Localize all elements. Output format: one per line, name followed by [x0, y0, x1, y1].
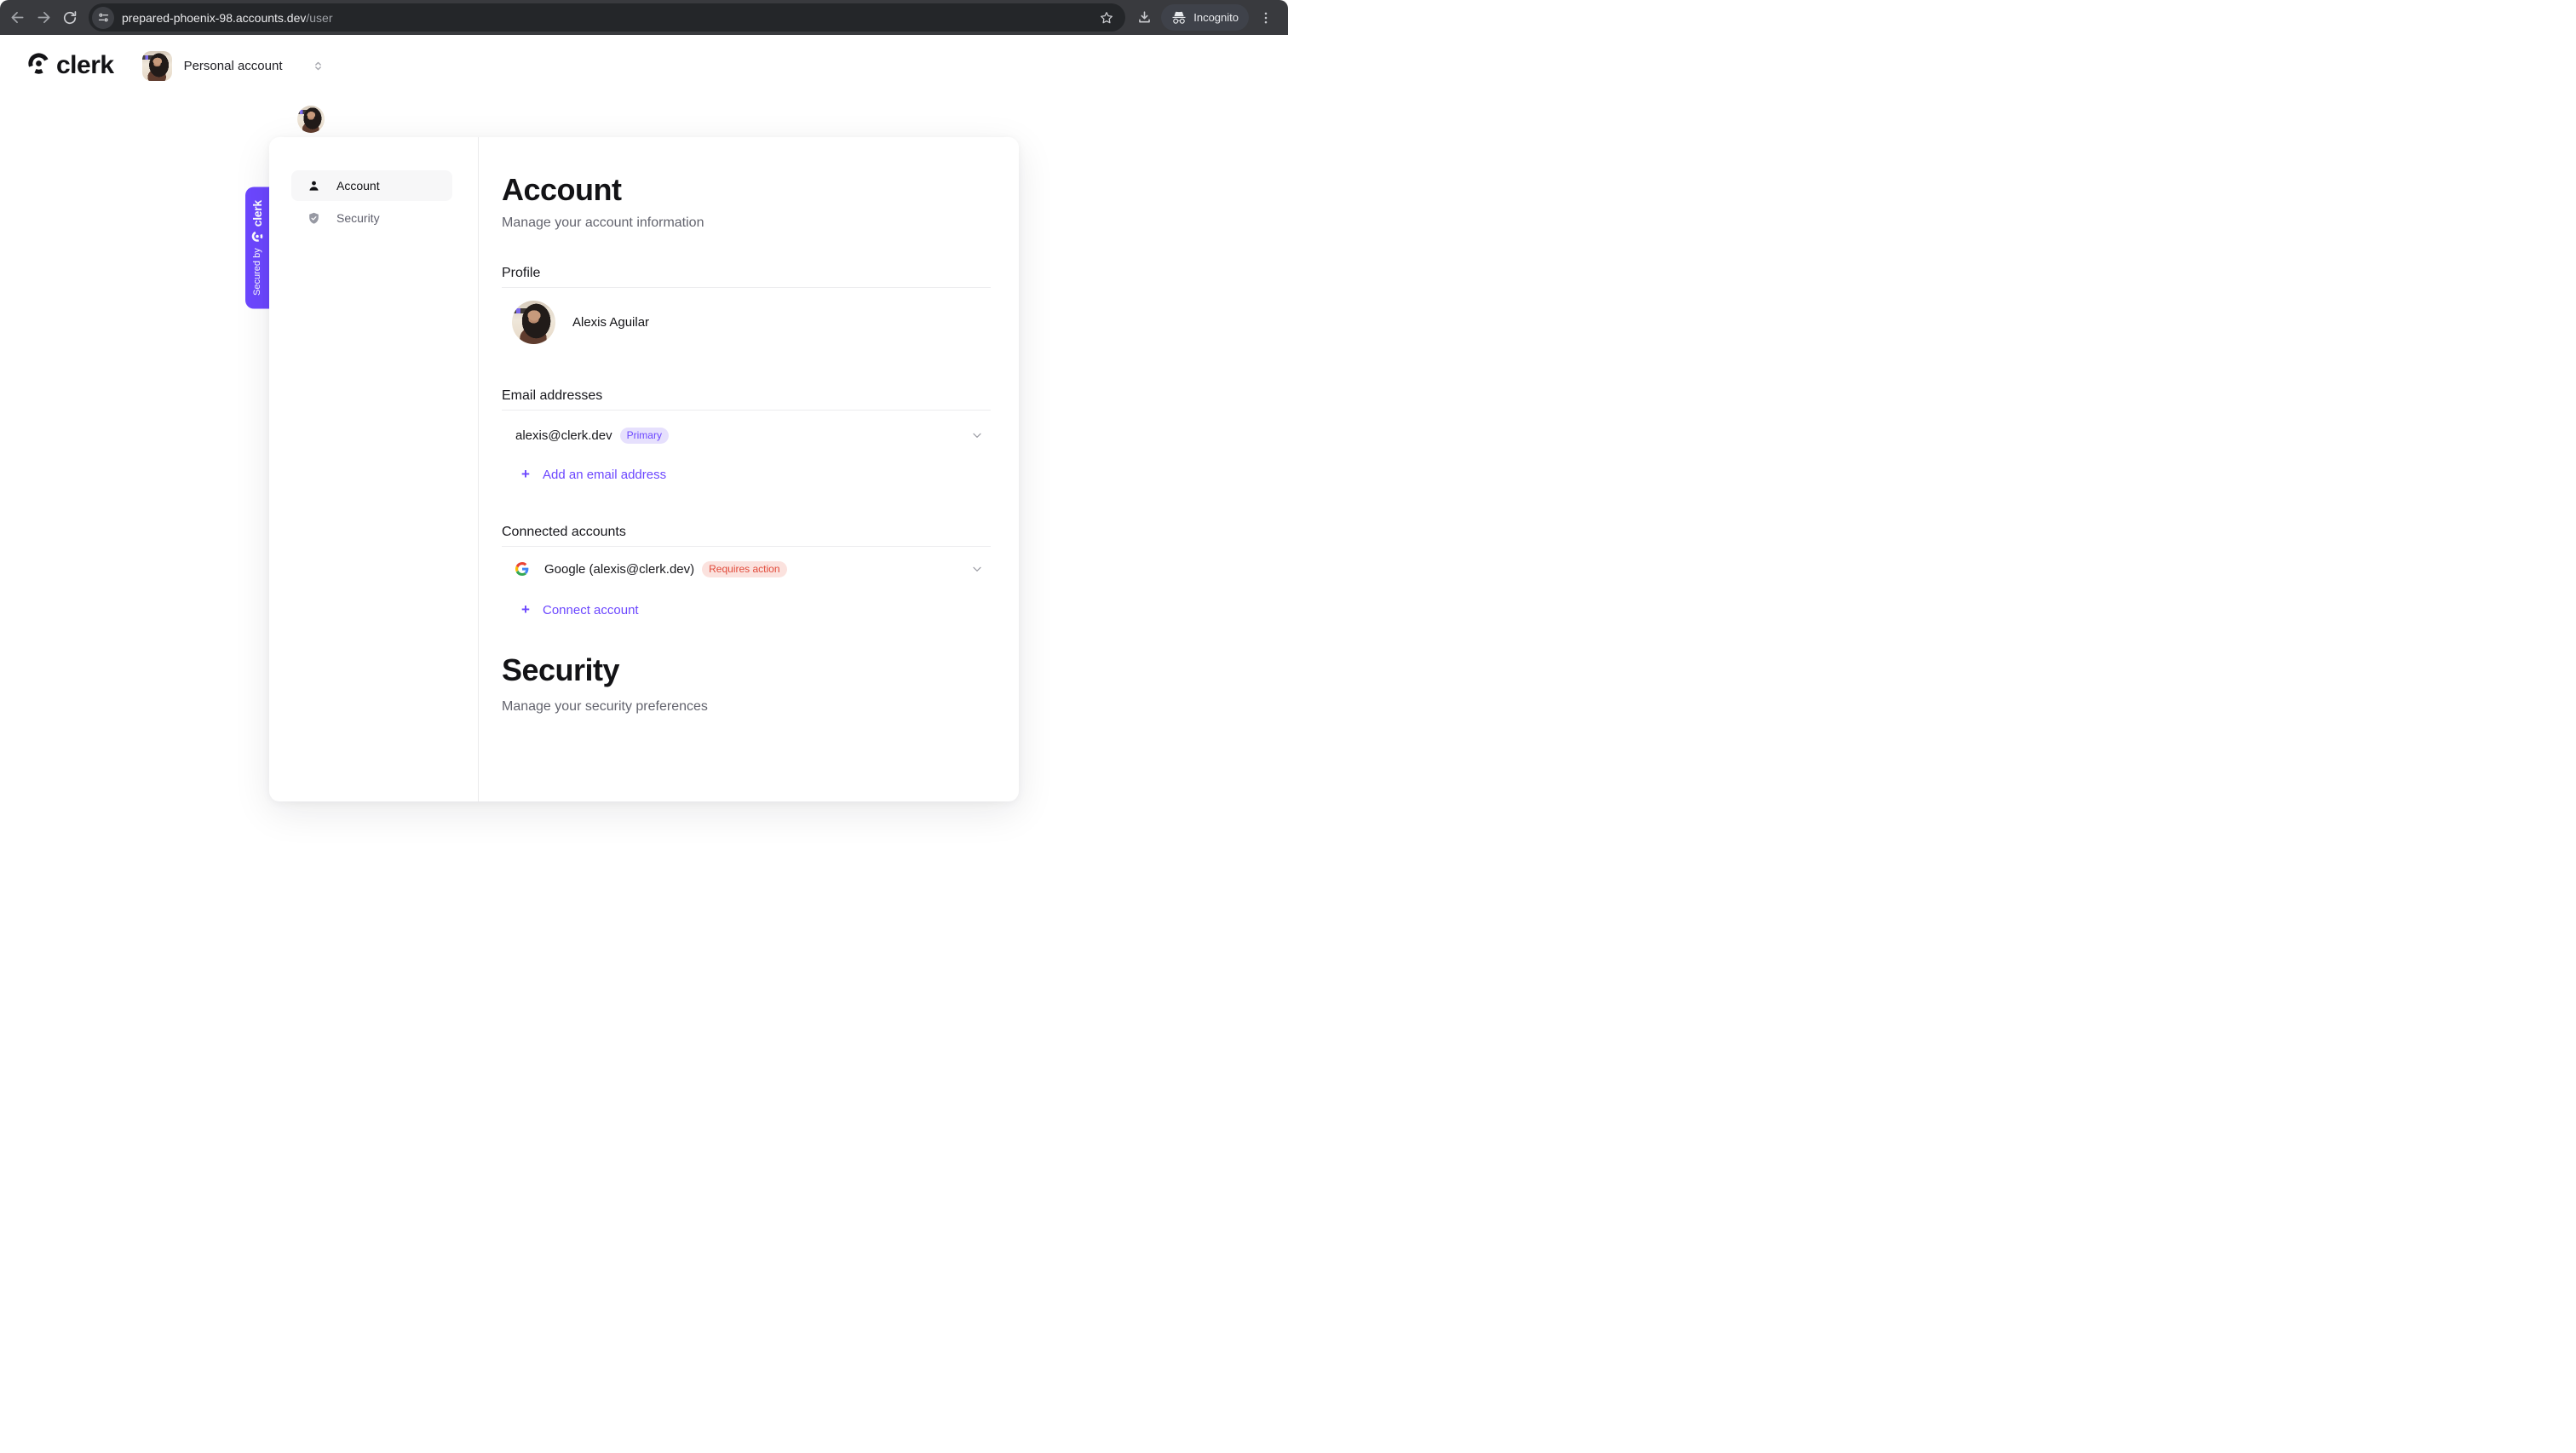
connect-account-button[interactable]: + Connect account — [502, 600, 991, 620]
kebab-menu-icon — [1258, 10, 1274, 26]
tune-icon — [97, 11, 110, 24]
back-icon — [9, 9, 26, 26]
profile-section-heading: Profile — [502, 265, 991, 282]
plus-icon: + — [519, 466, 532, 483]
incognito-label: Incognito — [1193, 11, 1239, 24]
section-divider — [502, 287, 991, 288]
clerk-logo-icon — [27, 52, 50, 79]
section-divider — [502, 546, 991, 547]
email-row[interactable]: alexis@clerk.dev Primary — [502, 425, 991, 445]
sidebar-divider — [478, 137, 479, 801]
download-icon — [1136, 9, 1153, 26]
chevron-down-icon[interactable] — [970, 428, 984, 442]
profile-row: Alexis Aguilar — [502, 301, 991, 344]
sidebar-item-account[interactable]: Account — [291, 170, 452, 201]
reload-icon — [61, 9, 78, 26]
reload-button[interactable] — [60, 8, 80, 28]
security-page-subtitle: Manage your security preferences — [502, 698, 991, 715]
sidebar-item-security[interactable]: Security — [291, 203, 452, 233]
account-switcher[interactable]: Personal account — [142, 51, 325, 81]
star-icon — [1099, 10, 1114, 26]
incognito-icon — [1171, 10, 1187, 26]
chevron-down-icon[interactable] — [970, 562, 984, 576]
clerk-wordmark: clerk — [56, 51, 114, 80]
user-menu-avatar[interactable] — [297, 106, 325, 133]
add-email-button[interactable]: + Add an email address — [502, 464, 991, 485]
shield-check-icon — [307, 211, 321, 226]
connected-account-label: Google (alexis@clerk.dev) — [544, 562, 694, 577]
browser-toolbar: prepared-phoenix-98.accounts.dev/user In… — [0, 0, 1288, 35]
incognito-badge[interactable]: Incognito — [1161, 4, 1249, 31]
profile-name: Alexis Aguilar — [572, 315, 649, 330]
connected-account-row[interactable]: Google (alexis@clerk.dev) Requires actio… — [502, 559, 991, 579]
sidebar-item-label: Account — [336, 179, 380, 192]
plus-icon: + — [519, 601, 532, 618]
secured-by-label: Secured by — [252, 248, 262, 296]
clerk-badge-icon — [251, 230, 263, 242]
browser-menu-button[interactable] — [1256, 8, 1276, 28]
account-page-subtitle: Manage your account information — [502, 215, 991, 232]
clerk-badge-wordmark: clerk — [250, 200, 264, 227]
google-icon — [515, 562, 529, 576]
email-address: alexis@clerk.dev — [515, 428, 612, 443]
secured-by-clerk-badge[interactable]: Secured by clerk — [245, 187, 269, 308]
user-profile-card: Account Security Account Manage your acc… — [269, 137, 1019, 801]
add-email-label: Add an email address — [543, 468, 666, 482]
connected-section-heading: Connected accounts — [502, 524, 991, 541]
bookmark-button[interactable] — [1096, 8, 1117, 28]
secured-by-clerk-badge-inner: Secured by clerk — [245, 187, 269, 308]
primary-badge: Primary — [620, 428, 669, 444]
url-domain: prepared-phoenix-98.accounts.dev — [122, 11, 306, 25]
sidebar-item-label: Security — [336, 211, 380, 225]
user-icon — [307, 179, 321, 193]
profile-avatar — [512, 301, 555, 344]
security-page-title: Security — [502, 652, 991, 688]
profile-sidebar: Account Security — [269, 137, 478, 235]
requires-action-badge: Requires action — [702, 561, 786, 577]
account-switcher-label: Personal account — [184, 59, 283, 73]
clerk-logo: clerk — [27, 51, 114, 80]
url-text[interactable]: prepared-phoenix-98.accounts.dev/user — [122, 11, 333, 25]
address-bar[interactable]: prepared-phoenix-98.accounts.dev/user — [89, 3, 1125, 32]
account-page-title: Account — [502, 172, 991, 208]
downloads-button[interactable] — [1134, 8, 1154, 28]
connect-account-label: Connect account — [543, 603, 639, 617]
url-path: /user — [306, 11, 332, 25]
forward-button[interactable] — [33, 8, 54, 28]
site-settings-button[interactable] — [92, 7, 114, 29]
forward-icon — [35, 9, 53, 26]
back-button[interactable] — [7, 8, 27, 28]
account-switcher-avatar — [142, 51, 172, 81]
section-divider — [502, 410, 991, 411]
profile-content: Account Manage your account information … — [502, 137, 991, 715]
emails-section-heading: Email addresses — [502, 388, 991, 405]
chevron-up-down-icon — [313, 60, 324, 72]
app-header: clerk Personal account — [0, 35, 1288, 96]
